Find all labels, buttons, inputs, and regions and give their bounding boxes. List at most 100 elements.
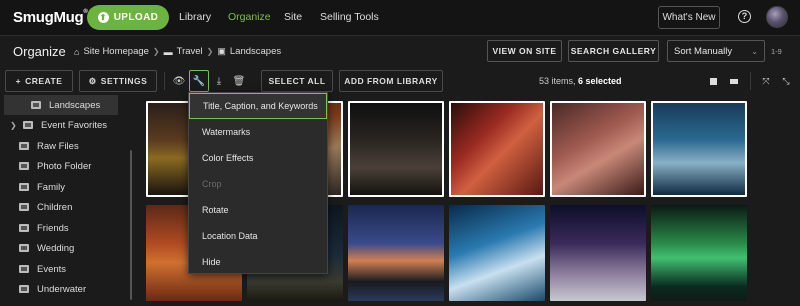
breadcrumb-separator-icon: ❯	[152, 47, 160, 56]
nav-selling-tools[interactable]: Selling Tools	[320, 11, 379, 23]
add-from-library-button[interactable]: ADD FROM LIBRARY	[339, 70, 443, 92]
photo-thumbnail[interactable]	[651, 205, 747, 301]
folder-icon	[19, 224, 29, 232]
gallery-icon: ▣	[217, 46, 226, 56]
avatar[interactable]	[766, 6, 788, 28]
help-icon[interactable]: ?	[738, 10, 751, 23]
sidebar-item-label: Landscapes	[49, 99, 101, 111]
chevron-right-icon[interactable]: ❯	[10, 121, 17, 130]
page-header: Organize ⌂ Site Homepage ❯ ▬ Travel ❯ ▣ …	[0, 36, 800, 66]
breadcrumb-travel[interactable]: Travel	[177, 46, 203, 57]
photo-thumbnail[interactable]	[449, 205, 545, 301]
menu-item-crop: Crop	[202, 179, 222, 189]
folder-icon	[19, 265, 29, 273]
grid-view-icon[interactable]	[703, 70, 723, 92]
home-icon: ⌂	[74, 46, 80, 57]
sidebar-item-label: Friends	[37, 222, 69, 234]
download-icon[interactable]: ⤓	[209, 70, 229, 92]
sidebar-item-raw-files[interactable]: Raw Files	[0, 136, 130, 156]
settings-button[interactable]: ⚙ SETTINGS	[79, 70, 157, 92]
breadcrumb-landscapes[interactable]: Landscapes	[230, 46, 281, 57]
top-bar: SmugMug® ⬆ UPLOAD Library Organize Site …	[0, 0, 800, 36]
upload-label: UPLOAD	[113, 12, 159, 23]
toolbar-divider	[750, 72, 751, 90]
nav-library[interactable]: Library	[179, 11, 211, 23]
sort-select[interactable]: Sort Manually ⌄	[667, 40, 765, 62]
photo-thumbnail[interactable]	[651, 101, 747, 197]
items-count: 53 items, 6 selected	[539, 76, 622, 86]
sidebar-item-label: Wedding	[37, 242, 75, 254]
photo-thumbnail[interactable]	[550, 205, 646, 301]
range-label: 1-9	[771, 47, 782, 56]
toolbar: + CREATE ⚙ SETTINGS 👁 🔧 ⤓ 🗑 SELECT ALL A…	[0, 70, 800, 92]
folder-icon: ▬	[163, 46, 173, 57]
page-title: Organize	[13, 44, 66, 59]
smugmug-logo[interactable]: SmugMug®	[13, 9, 88, 26]
whats-new-button[interactable]: What's New	[658, 6, 720, 29]
upload-button[interactable]: ⬆ UPLOAD	[87, 5, 169, 30]
photo-thumbnail[interactable]	[550, 101, 646, 197]
fullscreen-icon[interactable]: ⤧	[756, 70, 776, 92]
gear-icon: ⚙	[88, 75, 97, 86]
breadcrumb-site-homepage[interactable]: Site Homepage	[83, 46, 148, 57]
menu-item-color-effects[interactable]: Color Effects	[189, 145, 327, 171]
sidebar-item-label: Underwater	[37, 283, 87, 295]
folder-icon	[19, 183, 29, 191]
folder-icon	[19, 285, 29, 293]
search-gallery-button[interactable]: SEARCH GALLERY	[568, 40, 659, 62]
create-label: CREATE	[25, 76, 63, 86]
folder-icon	[19, 162, 29, 170]
nav-organize[interactable]: Organize	[228, 11, 271, 23]
settings-label: SETTINGS	[100, 76, 148, 86]
nav-site[interactable]: Site	[284, 11, 302, 23]
photo-thumbnail[interactable]	[348, 101, 444, 197]
sidebar-item-events[interactable]: Events	[0, 259, 130, 279]
menu-item-location-data[interactable]: Location Data	[189, 223, 327, 249]
tools-dropdown-menu: Title, Caption, and Keywords Watermarks …	[188, 92, 328, 274]
sidebar-item-children[interactable]: Children	[0, 197, 130, 217]
menu-item-hide[interactable]: Hide	[189, 249, 327, 275]
sidebar-item-family[interactable]: Family	[0, 177, 130, 197]
sidebar-item-landscapes[interactable]: Landscapes	[4, 95, 118, 115]
shrink-icon[interactable]: ⤡	[776, 70, 796, 92]
sidebar-item-label: Raw Files	[37, 140, 79, 152]
create-button[interactable]: + CREATE	[5, 70, 73, 92]
sidebar-item-event-favorites[interactable]: ❯ Event Favorites	[0, 115, 130, 135]
folder-icon	[19, 244, 29, 252]
folder-icon	[23, 121, 33, 129]
sort-value: Sort Manually	[674, 45, 733, 57]
sidebar-scrollbar[interactable]	[130, 150, 132, 300]
folder-icon	[19, 203, 29, 211]
sidebar: Landscapes ❯ Event Favorites Raw Files P…	[0, 95, 140, 306]
breadcrumb-separator-icon: ❯	[206, 47, 214, 56]
sidebar-item-label: Children	[37, 201, 73, 213]
upload-icon: ⬆	[97, 12, 109, 23]
selected-count: 6 selected	[578, 76, 622, 86]
sidebar-item-label: Events	[37, 263, 67, 275]
sidebar-item-label: Photo Folder	[37, 160, 92, 172]
photo-thumbnail[interactable]	[348, 205, 444, 301]
sidebar-item-underwater[interactable]: Underwater	[0, 279, 130, 299]
menu-item-watermarks[interactable]: Watermarks	[189, 119, 327, 145]
menu-item-rotate[interactable]: Rotate	[189, 197, 327, 223]
toolbar-divider	[164, 72, 165, 90]
items-total: 53 items,	[539, 76, 579, 86]
view-on-site-button[interactable]: VIEW ON SITE	[487, 40, 562, 62]
sidebar-item-label: Event Favorites	[41, 119, 107, 131]
select-all-button[interactable]: SELECT ALL	[261, 70, 333, 92]
wrench-icon[interactable]: 🔧	[189, 70, 209, 92]
menu-item-title-caption-keywords[interactable]: Title, Caption, and Keywords	[189, 93, 327, 119]
eye-icon[interactable]: 👁	[169, 70, 189, 92]
photo-thumbnail[interactable]	[449, 101, 545, 197]
sidebar-item-wedding[interactable]: Wedding	[0, 238, 130, 258]
chevron-down-icon: ⌄	[751, 46, 758, 56]
sidebar-item-label: Family	[37, 181, 65, 193]
list-view-icon[interactable]	[724, 70, 744, 92]
breadcrumb: ⌂ Site Homepage ❯ ▬ Travel ❯ ▣ Landscape…	[74, 46, 281, 57]
sidebar-item-friends[interactable]: Friends	[0, 218, 130, 238]
sidebar-item-photo-folder[interactable]: Photo Folder	[0, 156, 130, 176]
folder-icon	[31, 101, 41, 109]
folder-icon	[19, 142, 29, 150]
trash-icon[interactable]: 🗑	[229, 70, 249, 92]
plus-icon: +	[15, 76, 22, 86]
